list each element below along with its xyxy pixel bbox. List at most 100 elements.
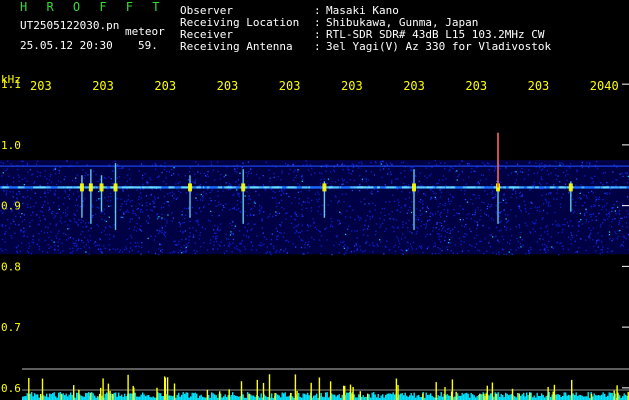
noise-speck [518, 207, 520, 209]
noise-speck [49, 208, 51, 210]
noise-speck [157, 253, 160, 256]
noise-speck [438, 236, 440, 238]
noise-speck [198, 207, 201, 209]
noise-speck [232, 194, 234, 197]
carrier-bright-segment [502, 186, 506, 189]
noise-speck [575, 251, 577, 253]
noise-speck [171, 195, 173, 197]
noise-speck [140, 230, 143, 232]
noise-speck [17, 245, 19, 247]
noise-speck [495, 193, 497, 195]
carrier-bright-segment [511, 186, 517, 189]
noise-speck [393, 246, 395, 248]
power-peak-bar [156, 387, 158, 400]
noise-speck [340, 212, 342, 214]
noise-speck [185, 214, 187, 216]
noise-speck [404, 176, 406, 178]
noise-speck [564, 224, 566, 226]
noise-speck [203, 191, 205, 193]
noise-speck [84, 236, 86, 238]
noise-speck [237, 179, 240, 181]
noise-speck [598, 239, 600, 242]
noise-speck [575, 184, 577, 186]
power-peak-bar [444, 387, 446, 400]
noise-speck [357, 215, 360, 217]
antenna-label: Receiving Antenna [180, 40, 293, 53]
noise-speck [372, 215, 374, 217]
noise-speck [515, 226, 518, 228]
noise-speck [248, 170, 250, 173]
noise-speck [218, 201, 220, 203]
noise-speck [452, 196, 454, 199]
noise-speck [223, 252, 226, 255]
noise-speck [454, 244, 456, 246]
noise-speck [307, 224, 309, 226]
noise-speck [404, 205, 406, 207]
noise-speck [528, 252, 531, 254]
noise-speck [134, 212, 136, 215]
power-noise-bar [286, 396, 288, 400]
power-noise-bar [278, 395, 280, 400]
noise-speck [418, 245, 420, 248]
noise-speck [459, 205, 461, 207]
noise-speck [611, 210, 613, 212]
noise-speck [336, 235, 338, 237]
noise-speck [447, 211, 449, 214]
noise-speck [579, 212, 581, 215]
noise-speck [471, 168, 473, 170]
power-noise-bar [448, 395, 450, 400]
noise-speck [528, 169, 530, 171]
power-peak-bar [318, 377, 321, 400]
noise-speck [590, 177, 592, 179]
noise-speck [353, 245, 356, 247]
noise-speck [534, 230, 536, 233]
noise-speck [360, 161, 362, 163]
noise-speck [374, 209, 376, 211]
noise-speck [264, 189, 267, 191]
noise-speck [437, 210, 439, 213]
carrier-bright-segment [517, 186, 520, 189]
noise-speck [505, 167, 507, 169]
noise-speck [468, 163, 470, 165]
noise-speck [476, 234, 478, 236]
noise-speck [261, 206, 263, 208]
noise-speck [177, 174, 180, 176]
power-noise-bar [586, 396, 588, 400]
carrier-bright-segment [272, 186, 277, 189]
noise-speck [189, 232, 191, 234]
power-noise-bar [416, 395, 418, 400]
noise-speck [72, 247, 74, 249]
noise-speck [595, 199, 598, 201]
noise-speck [544, 243, 546, 246]
noise-speck [110, 178, 112, 180]
power-noise-bar [521, 394, 523, 400]
noise-speck [320, 179, 322, 181]
noise-speck [546, 233, 549, 235]
noise-speck [231, 221, 234, 223]
noise-speck [608, 216, 610, 218]
noise-speck [24, 197, 26, 199]
power-peak-bar [41, 378, 44, 400]
noise-speck [347, 247, 349, 250]
noise-speck [446, 231, 448, 234]
noise-speck [510, 196, 512, 198]
noise-speck [331, 221, 333, 223]
noise-speck [544, 198, 547, 200]
noise-speck [50, 231, 52, 233]
noise-speck [103, 245, 105, 247]
noise-speck [518, 247, 520, 249]
noise-speck [251, 249, 253, 251]
noise-speck [577, 230, 580, 232]
noise-speck [281, 188, 283, 191]
noise-speck [576, 251, 578, 253]
noise-speck [98, 190, 100, 193]
noise-speck [1, 238, 4, 241]
power-noise-bar [439, 396, 441, 400]
noise-speck [552, 247, 555, 249]
noise-speck [307, 244, 309, 246]
noise-speck [425, 223, 427, 225]
carrier-bright-segment [71, 186, 75, 189]
noise-speck [210, 239, 212, 241]
noise-speck [101, 218, 103, 220]
noise-speck [217, 248, 219, 250]
